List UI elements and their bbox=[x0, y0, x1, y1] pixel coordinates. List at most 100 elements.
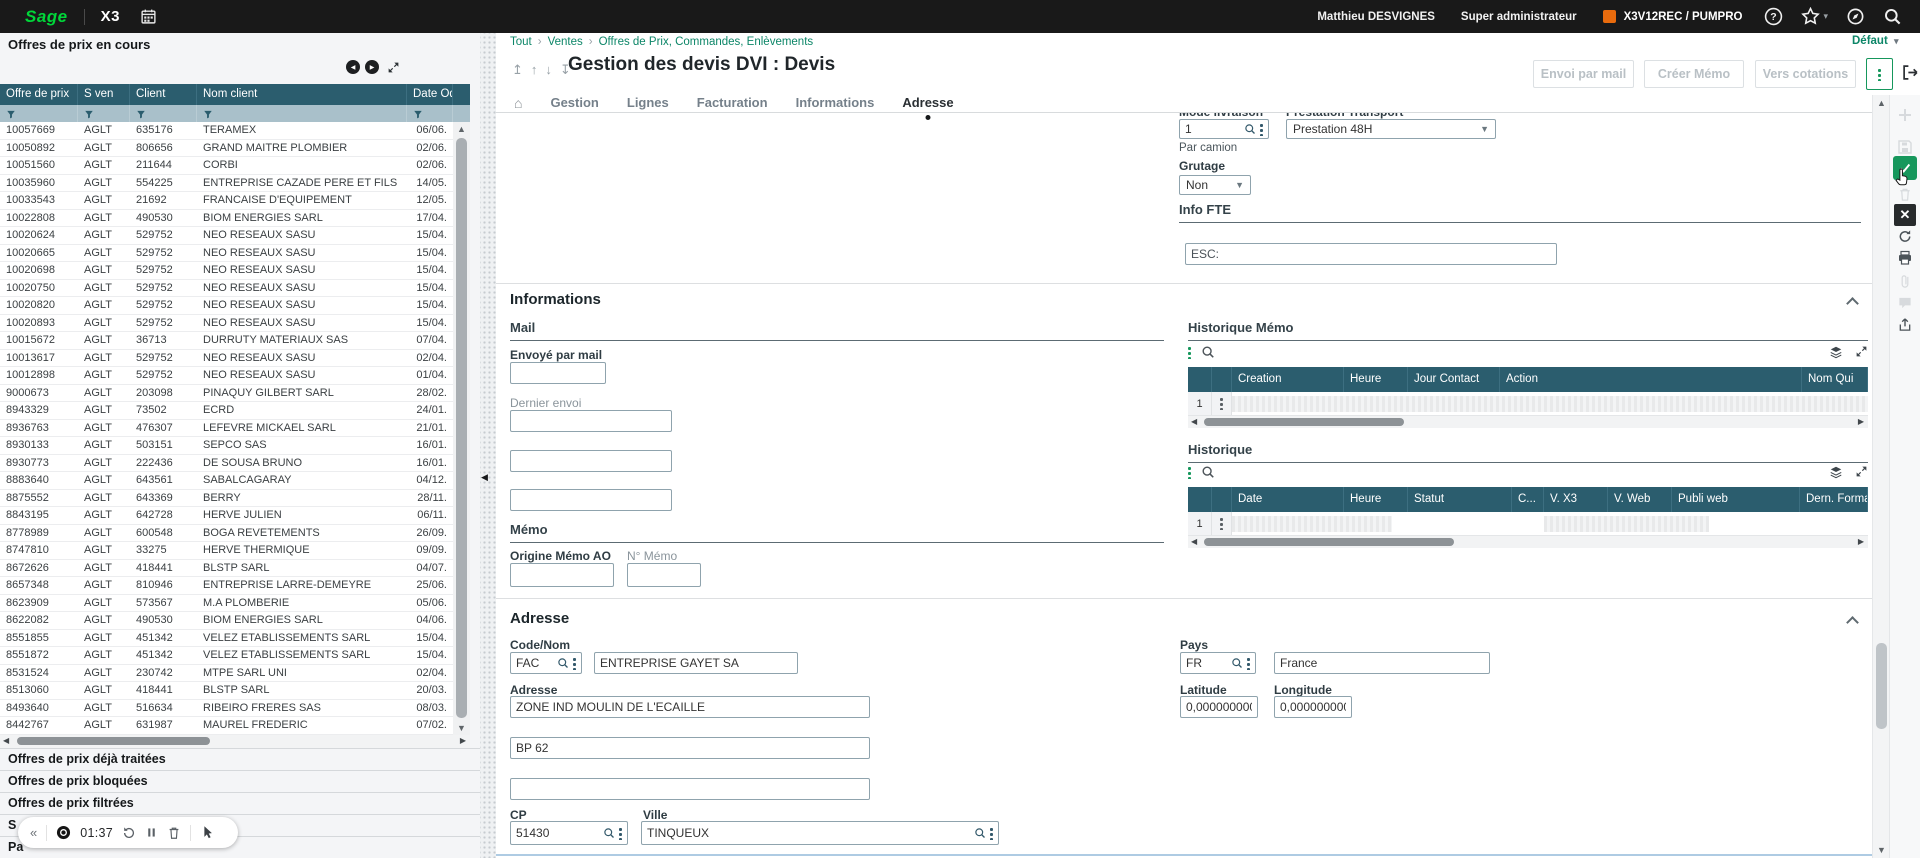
table-row[interactable]: 8672626 AGLT 418441 BLSTP SARL 04/07. bbox=[0, 559, 470, 577]
expand-panel-icon[interactable] bbox=[387, 61, 400, 74]
nom-field[interactable]: ENTREPRISE GAYET SA bbox=[594, 652, 798, 674]
grid-settings-icon[interactable] bbox=[1829, 465, 1843, 479]
filter-funnel-icon[interactable] bbox=[6, 109, 16, 119]
field-options-icon[interactable] bbox=[1260, 122, 1263, 136]
grid-settings-icon[interactable] bbox=[1829, 345, 1843, 359]
help-icon[interactable] bbox=[1764, 7, 1783, 26]
column-header[interactable]: Date OdP bbox=[407, 84, 453, 105]
scrollbar-thumb[interactable] bbox=[1876, 643, 1887, 729]
tab-facturation[interactable]: Facturation bbox=[697, 95, 768, 110]
table-row[interactable]: 10015672 AGLT 36713 DURRUTY MATERIAUX SAS 07… bbox=[0, 332, 470, 350]
mode-livraison-field[interactable]: 1 bbox=[1179, 119, 1269, 139]
column-header[interactable]: Offre de prix bbox=[0, 84, 78, 105]
table-row[interactable]: 10033543 AGLT 21692 FRANCAISE D'EQUIPEMENT 1… bbox=[0, 192, 470, 210]
esc-field[interactable]: ESC: bbox=[1185, 243, 1557, 265]
previous-record-icon[interactable]: ↑ bbox=[531, 62, 538, 78]
scrollbar-thumb[interactable] bbox=[1204, 538, 1454, 546]
table-row[interactable]: 10022808 AGLT 490530 BIOM ENERGIES SARL 17/0… bbox=[0, 209, 470, 227]
table-row[interactable]: 10020624 AGLT 529752 NEO RESEAUX SASU 15/04. bbox=[0, 227, 470, 245]
search-icon[interactable] bbox=[1231, 657, 1243, 669]
scroll-down-icon[interactable]: ▼ bbox=[453, 723, 470, 733]
ville-field[interactable]: TINQUEUX bbox=[641, 821, 999, 845]
table-row[interactable]: 8747810 AGLT 33275 HERVE THERMIQUE 09/09. bbox=[0, 542, 470, 560]
panel-section-header[interactable]: Offres de prix déjà traitées bbox=[0, 748, 480, 770]
table-row[interactable]: 10020698 AGLT 529752 NEO RESEAUX SASU 15/04. bbox=[0, 262, 470, 280]
field-options-icon[interactable] bbox=[990, 826, 993, 840]
creer-memo-button[interactable]: Créer Mémo bbox=[1644, 60, 1744, 88]
table-row[interactable]: 8531524 AGLT 230742 MTPE SARL UNI 02/04. bbox=[0, 664, 470, 682]
table-row[interactable]: 1 bbox=[1188, 392, 1868, 416]
breadcrumb-item[interactable]: Tout bbox=[510, 36, 532, 48]
table-row[interactable]: 8442767 AGLT 631987 MAUREL FREDERIC 07/02. bbox=[0, 717, 470, 735]
table-row[interactable]: 10013617 AGLT 529752 NEO RESEAUX SASU 02/04. bbox=[0, 349, 470, 367]
table-row[interactable]: 8551855 AGLT 451342 VELEZ ETABLISSEMENTS SA… bbox=[0, 629, 470, 647]
column-header[interactable]: Client bbox=[130, 84, 197, 105]
field-options-icon[interactable] bbox=[619, 826, 622, 840]
filter-funnel-icon[interactable] bbox=[136, 109, 146, 119]
quotes-vertical-scrollbar[interactable]: ▲ ▼ bbox=[453, 122, 470, 735]
filter-funnel-icon[interactable] bbox=[84, 109, 94, 119]
column-header[interactable]: Publi web bbox=[1672, 487, 1800, 512]
longitude-field[interactable]: 0,0000000000 bbox=[1274, 696, 1352, 718]
table-row[interactable]: 8930773 AGLT 222436 DE SOUSA BRUNO 16/01. bbox=[0, 454, 470, 472]
scroll-up-icon[interactable]: ▲ bbox=[453, 124, 470, 134]
cursor-tool-icon[interactable] bbox=[200, 825, 215, 840]
grid-menu-icon[interactable] bbox=[1188, 345, 1191, 359]
table-row[interactable]: 10057669 AGLT 635176 TERAMEX 06/06. bbox=[0, 122, 470, 140]
column-header[interactable]: Heure bbox=[1344, 367, 1408, 392]
scroll-right-icon[interactable]: ▶ bbox=[460, 735, 466, 747]
table-row[interactable]: 8843195 AGLT 642728 HERVE JULIEN 06/11. bbox=[0, 507, 470, 525]
row-menu-icon[interactable] bbox=[1212, 512, 1232, 535]
table-row[interactable]: 8513060 AGLT 418441 BLSTP SARL 20/03. bbox=[0, 682, 470, 700]
quotes-horizontal-scrollbar[interactable]: ◀ ▶ bbox=[0, 735, 470, 748]
user-role[interactable]: Super administrateur bbox=[1461, 11, 1577, 23]
table-row[interactable]: 8623909 AGLT 573567 M.A PLOMBERIE 05/06. bbox=[0, 594, 470, 612]
table-row[interactable]: 8943329 AGLT 73502 ECRD 24/01. bbox=[0, 402, 470, 420]
table-row[interactable]: 8936763 AGLT 476307 LEFEVRE MICKAEL SARL 21/… bbox=[0, 419, 470, 437]
search-icon[interactable] bbox=[1244, 123, 1256, 135]
table-row[interactable]: 10051560 AGLT 211644 CORBI 02/06. bbox=[0, 157, 470, 175]
record-icon[interactable] bbox=[56, 825, 71, 840]
latitude-field[interactable]: 0,0000000000 bbox=[1180, 696, 1258, 718]
num-memo-field[interactable] bbox=[627, 563, 701, 587]
column-header[interactable]: Statut bbox=[1408, 487, 1512, 512]
row-menu-icon[interactable] bbox=[1212, 392, 1232, 415]
calendar-icon[interactable] bbox=[140, 8, 157, 25]
dernier-envoi-field[interactable] bbox=[510, 410, 672, 432]
print-button[interactable] bbox=[1897, 250, 1913, 266]
prestation-transport-select[interactable]: Prestation 48H ▼ bbox=[1286, 119, 1496, 139]
refresh-button[interactable] bbox=[1898, 229, 1913, 244]
column-header[interactable]: Nom client bbox=[197, 84, 407, 105]
pays-nom-field[interactable]: France bbox=[1274, 652, 1490, 674]
table-row[interactable]: 8930133 AGLT 503151 SEPCO SAS 16/01. bbox=[0, 437, 470, 455]
table-row[interactable]: 8551872 AGLT 451342 VELEZ ETABLISSEMENTS SA… bbox=[0, 647, 470, 665]
search-icon[interactable] bbox=[974, 827, 986, 839]
breadcrumb-item[interactable]: Ventes bbox=[548, 36, 583, 48]
leave-page-icon[interactable] bbox=[1902, 64, 1919, 81]
column-header[interactable]: V. X3 bbox=[1544, 487, 1608, 512]
grid-search-icon[interactable] bbox=[1201, 465, 1215, 479]
table-row[interactable]: 8778989 AGLT 600548 BOGA REVETEMENTS 26/09. bbox=[0, 524, 470, 542]
scroll-left-icon[interactable]: ◀ bbox=[1191, 416, 1197, 428]
tab-adresse[interactable]: Adresse bbox=[902, 95, 954, 120]
table-row[interactable]: 9000673 AGLT 203098 PINAQUY GILBERT SARL 28/… bbox=[0, 384, 470, 402]
adresse-ligne2-field[interactable]: BP 62 bbox=[510, 737, 870, 759]
home-tab-icon[interactable]: ⌂ bbox=[514, 96, 522, 110]
main-vertical-scrollbar[interactable]: ▲ ▼ bbox=[1872, 95, 1889, 858]
table-row[interactable]: 10020820 AGLT 529752 NEO RESEAUX SASU 15/04. bbox=[0, 297, 470, 315]
row-number[interactable]: 1 bbox=[1188, 392, 1212, 415]
collapse-recorder-icon[interactable]: « bbox=[30, 825, 37, 840]
restart-recording-icon[interactable] bbox=[122, 826, 136, 840]
table-row[interactable]: 10020750 AGLT 529752 NEO RESEAUX SASU 15/04. bbox=[0, 279, 470, 297]
table-row[interactable]: 8657348 AGLT 810946 ENTREPRISE LARRE-DEMEYR… bbox=[0, 577, 470, 595]
panel-splitter[interactable] bbox=[480, 33, 496, 858]
favorites-star-icon[interactable]: ▾ bbox=[1801, 7, 1828, 26]
column-header[interactable]: S ven bbox=[78, 84, 130, 105]
breadcrumb-item[interactable]: Offres de Prix, Commandes, Enlèvements bbox=[599, 36, 814, 48]
column-header[interactable]: V. Web bbox=[1608, 487, 1672, 512]
profile-switcher[interactable]: Défaut ▾ bbox=[1852, 35, 1899, 47]
table-row[interactable]: 8493640 AGLT 516634 RIBEIRO FRERES SAS 08/03… bbox=[0, 699, 470, 717]
grutage-select[interactable]: Non ▼ bbox=[1179, 175, 1251, 195]
grid-expand-icon[interactable] bbox=[1855, 345, 1868, 358]
search-icon[interactable] bbox=[603, 827, 615, 839]
